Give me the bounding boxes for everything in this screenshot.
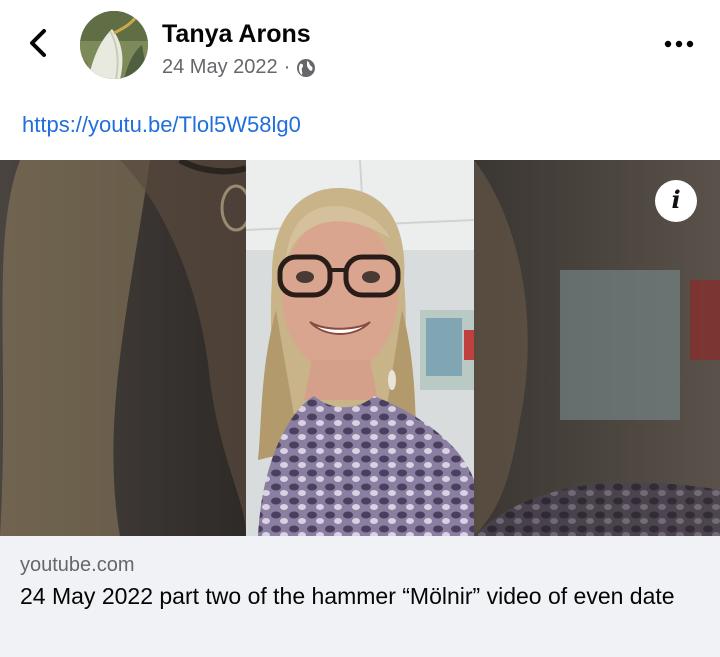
info-button[interactable]: i bbox=[655, 180, 697, 222]
video-thumbnail[interactable]: i bbox=[0, 160, 720, 536]
more-options-button[interactable] bbox=[662, 32, 696, 56]
link-caption[interactable]: youtube.com 24 May 2022 part two of the … bbox=[0, 536, 720, 657]
chevron-left-icon bbox=[30, 29, 46, 57]
post-link[interactable]: https://youtu.be/Tlol5W58lg0 bbox=[22, 112, 301, 138]
thumbnail-image bbox=[0, 160, 720, 536]
back-button[interactable] bbox=[22, 26, 56, 60]
avatar[interactable] bbox=[80, 11, 148, 79]
globe-icon bbox=[297, 58, 316, 77]
post-header: Tanya Arons 24 May 2022 · bbox=[0, 0, 720, 100]
avatar-image bbox=[80, 11, 148, 79]
author-name[interactable]: Tanya Arons bbox=[162, 20, 311, 49]
meta-separator: · bbox=[283, 56, 291, 78]
more-horizontal-icon bbox=[664, 40, 694, 48]
link-domain: youtube.com bbox=[20, 554, 135, 576]
info-icon: i bbox=[671, 185, 681, 214]
post-meta: 24 May 2022 · bbox=[162, 56, 316, 79]
link-preview-card[interactable]: i youtube.com 24 May 2022 part two of th… bbox=[0, 160, 720, 657]
post-date[interactable]: 24 May 2022 bbox=[162, 56, 278, 79]
link-title: 24 May 2022 part two of the hammer “Möln… bbox=[20, 583, 675, 609]
